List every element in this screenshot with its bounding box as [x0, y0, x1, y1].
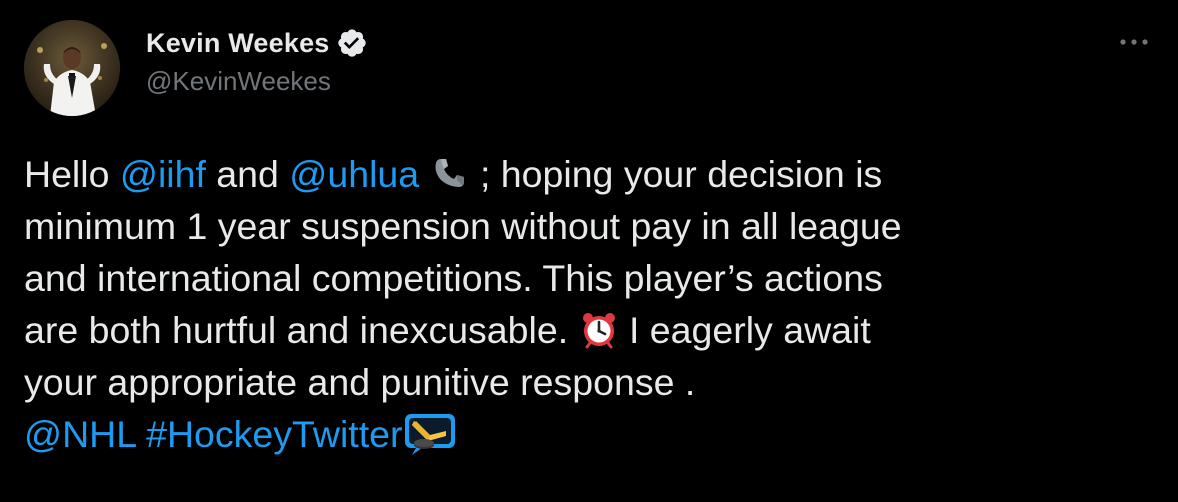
text-segment: are both hurtful and inexcusable.: [24, 309, 579, 351]
display-name[interactable]: Kevin Weekes: [146, 28, 330, 59]
tweet-header: Kevin Weekes @KevinWeekes: [146, 24, 368, 97]
name-row: Kevin Weekes: [146, 24, 368, 62]
tweet-line-6: @NHL #HockeyTwitter: [24, 408, 1144, 460]
tweet-line-2: minimum 1 year suspension without pay in…: [24, 205, 902, 247]
text-segment: and: [205, 153, 290, 195]
avatar-image: [24, 20, 120, 116]
mention-uhlua-link[interactable]: @uhlua: [289, 153, 419, 195]
text-segment: ; hoping your decision is: [469, 153, 883, 195]
avatar[interactable]: [24, 20, 120, 116]
text-segment: I eagerly await: [618, 309, 871, 351]
username-handle[interactable]: @KevinWeekes: [146, 66, 368, 97]
mention-iihf-link[interactable]: @iihf: [120, 153, 206, 195]
tweet-line-4: are both hurtful and inexcusable. I eage…: [24, 304, 1144, 356]
verified-badge-icon: [336, 27, 368, 59]
tweet-line-3: and international competitions. This pla…: [24, 257, 883, 299]
tweet-text: Hello @iihf and @uhlua ; hoping your dec…: [24, 148, 1144, 460]
tweet-line-5: your appropriate and punitive response .: [24, 361, 696, 403]
text-segment: Hello: [24, 153, 120, 195]
telephone-receiver-icon: [430, 153, 470, 193]
hashtag-hockeytwitter-link[interactable]: #HockeyTwitter: [146, 413, 402, 455]
tweet-line-1: Hello @iihf and @uhlua ; hoping your dec…: [24, 148, 1144, 200]
alarm-clock-icon: [579, 309, 619, 349]
hockey-hashflag-icon: [402, 411, 458, 457]
mention-nhl-link[interactable]: @NHL: [24, 413, 136, 455]
more-options-icon[interactable]: [1114, 28, 1154, 56]
tweet-card: Kevin Weekes @KevinWeekes Hello @iihf an…: [0, 0, 1178, 502]
